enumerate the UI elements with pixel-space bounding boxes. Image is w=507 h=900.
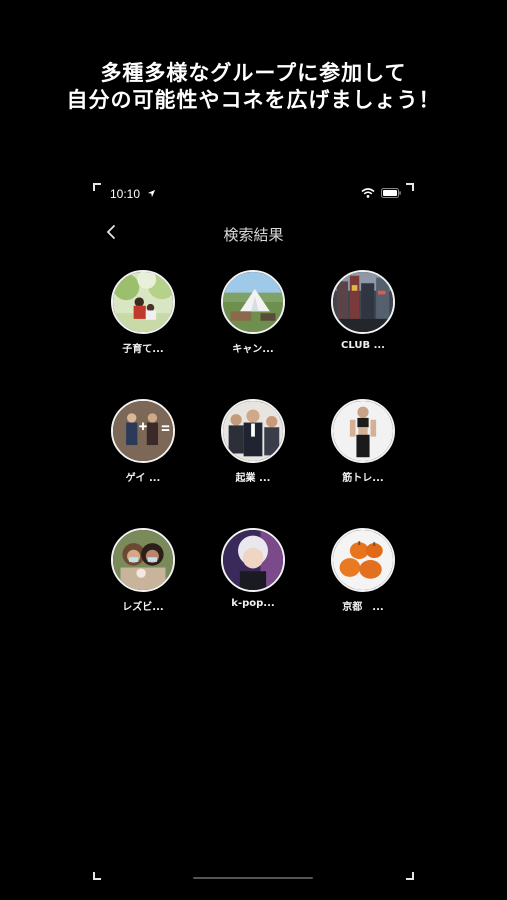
group-label: 起業 ... (235, 473, 271, 484)
group-item-gay[interactable]: ゲイ ... (103, 399, 183, 484)
location-arrow-icon (147, 189, 156, 198)
group-item-lesbian[interactable]: レズビ... (103, 528, 183, 613)
group-item-parenting[interactable]: 子育て... (103, 270, 183, 355)
headline-line-1: 多種多様なグループに参加して (100, 61, 407, 85)
group-label: ゲイ ... (125, 473, 161, 484)
wifi-icon (361, 188, 375, 198)
group-avatar (221, 270, 285, 334)
group-item-club[interactable]: CLUB ... (323, 270, 403, 351)
status-time: 10:10 (110, 187, 141, 201)
frame-corner (406, 183, 414, 191)
page-title: 検索結果 (223, 226, 284, 244)
group-avatar (331, 270, 395, 334)
group-item-workout[interactable]: 筋トレ... (323, 399, 403, 484)
group-label: 子育て... (122, 344, 164, 355)
group-item-kpop[interactable]: k-pop... (213, 528, 293, 609)
group-item-startup[interactable]: 起業 ... (213, 399, 293, 484)
group-item-camping[interactable]: キャン... (213, 270, 293, 355)
group-label: 筋トレ... (342, 473, 384, 484)
group-label: キャン... (232, 344, 274, 355)
headline-line-2: 自分の可能性やコネを広げましょう！ (66, 88, 441, 112)
frame-corner (406, 872, 414, 880)
group-label: 京都 ... (342, 602, 384, 613)
frame-corner (93, 872, 101, 880)
group-avatar (111, 528, 175, 592)
home-indicator[interactable] (193, 877, 313, 879)
promo-headline: 多種多様なグループに参加して 自分の可能性やコネを広げましょう！ (0, 60, 507, 114)
group-label: CLUB ... (341, 340, 385, 351)
group-avatar (331, 399, 395, 463)
group-avatar (111, 270, 175, 334)
battery-icon (381, 188, 401, 198)
group-avatar (111, 399, 175, 463)
group-label: レズビ... (122, 602, 164, 613)
phone-screen: 10:10 検索結果 子育て... キャン... CLUB ... ゲイ ...… (93, 183, 414, 880)
group-avatar (221, 528, 285, 592)
frame-corner (93, 183, 101, 191)
group-label: k-pop... (231, 598, 275, 609)
group-item-kyoto[interactable]: 京都 ... (323, 528, 403, 613)
group-avatar (221, 399, 285, 463)
group-avatar (331, 528, 395, 592)
